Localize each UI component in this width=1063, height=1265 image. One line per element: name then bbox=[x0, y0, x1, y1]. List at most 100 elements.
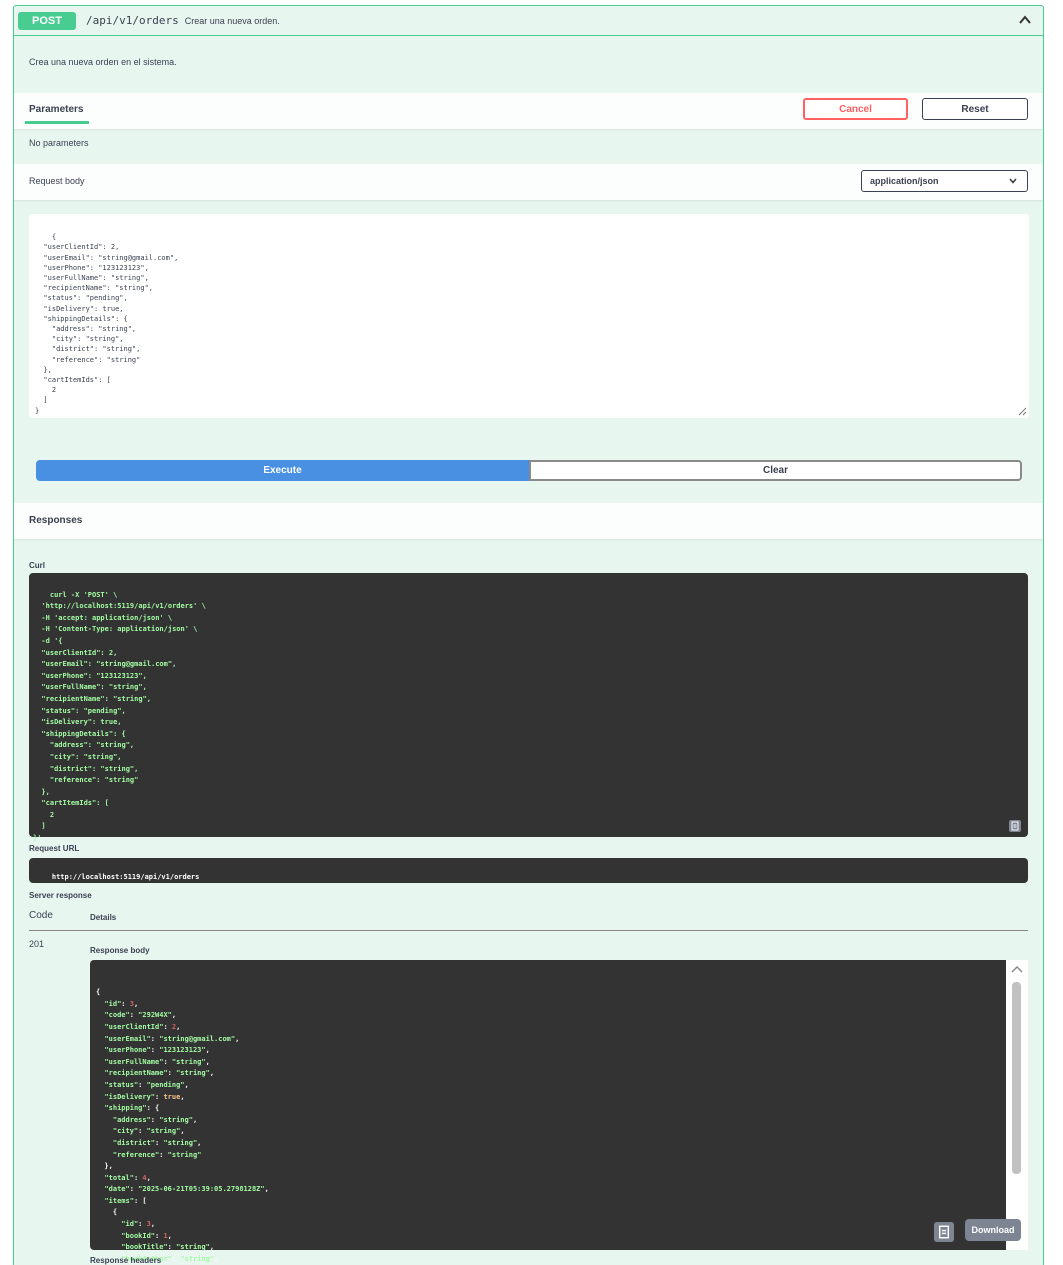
response-token: : bbox=[163, 1057, 172, 1066]
response-token: , bbox=[264, 1185, 269, 1194]
response-token bbox=[96, 1127, 113, 1135]
scroll-up-icon[interactable] bbox=[1010, 964, 1024, 974]
response-line: "address": "string", bbox=[96, 1115, 1000, 1127]
response-scrollbar[interactable] bbox=[1006, 960, 1028, 1250]
response-line: "date": "2025-06-21T05:39:05.2798128Z", bbox=[96, 1184, 1000, 1196]
response-token: : [ bbox=[133, 1196, 147, 1205]
response-line: { bbox=[96, 987, 1000, 999]
response-token: : bbox=[138, 1220, 147, 1229]
clear-button[interactable]: Clear bbox=[529, 460, 1022, 481]
response-token: "shipping" bbox=[104, 1104, 147, 1113]
copy-response-icon[interactable] bbox=[934, 1222, 954, 1242]
response-line: "recipientName": "string", bbox=[96, 1068, 1000, 1080]
response-token: }, bbox=[96, 1162, 113, 1171]
response-token: "userFullName" bbox=[104, 1057, 164, 1066]
cancel-button[interactable]: Cancel bbox=[803, 98, 908, 120]
status-code: 201 bbox=[29, 939, 45, 949]
response-token: "id" bbox=[104, 999, 122, 1008]
response-line: }, bbox=[96, 1161, 1000, 1173]
response-token: "bookId" bbox=[121, 1231, 156, 1240]
response-token: , bbox=[184, 1080, 189, 1089]
response-token: , bbox=[171, 1011, 177, 1020]
chevron-up-icon[interactable] bbox=[1017, 12, 1033, 28]
download-button[interactable]: Download bbox=[965, 1219, 1021, 1241]
operation-block-post-orders: POST /api/v1/orders Crear una nueva orde… bbox=[13, 5, 1044, 1265]
response-token: , bbox=[197, 1138, 202, 1147]
response-token: "2025-06-21T05:39:05.2798128Z" bbox=[138, 1185, 265, 1194]
response-token: , bbox=[133, 999, 139, 1008]
response-line: "userEmail": "string@gmail.com", bbox=[96, 1034, 1000, 1046]
response-line: "shipping": { bbox=[96, 1103, 1000, 1115]
response-token: "pending" bbox=[146, 1080, 185, 1089]
response-token: : bbox=[150, 1115, 160, 1124]
copy-icon[interactable] bbox=[1008, 819, 1022, 833]
response-token: "string" bbox=[163, 1138, 198, 1147]
request-body-header: Request body application/json bbox=[14, 164, 1043, 200]
resize-handle-icon[interactable] bbox=[1017, 406, 1027, 416]
response-line: "total": 4, bbox=[96, 1173, 1000, 1185]
response-token: "total" bbox=[104, 1173, 134, 1182]
response-token: : bbox=[167, 1069, 177, 1078]
response-token bbox=[96, 1220, 121, 1228]
responses-title: Responses bbox=[29, 515, 83, 526]
response-line: "bookTitle": "string", bbox=[96, 1242, 1000, 1254]
response-token: : bbox=[129, 1185, 139, 1194]
response-token: "userEmail" bbox=[104, 1034, 151, 1043]
reset-button[interactable]: Reset bbox=[922, 98, 1028, 120]
request-url-label: Request URL bbox=[29, 844, 80, 853]
response-token: "292W4X" bbox=[138, 1011, 172, 1020]
response-token: "string" bbox=[146, 1127, 181, 1136]
response-token: "status" bbox=[104, 1080, 139, 1089]
operation-summary[interactable]: POST /api/v1/orders Crear una nueva orde… bbox=[14, 6, 1043, 36]
response-token: true bbox=[163, 1092, 181, 1101]
response-token: "123123123" bbox=[159, 1046, 206, 1055]
response-token: "string" bbox=[176, 1243, 210, 1252]
no-parameters-text: No parameters bbox=[29, 138, 89, 148]
content-type-select[interactable]: application/json bbox=[861, 170, 1028, 192]
response-token: "string" bbox=[176, 1069, 210, 1078]
response-body-block: { "id": 3, "code": "292W4X", "userClient… bbox=[90, 960, 1006, 1263]
request-url-text: http://localhost:5119/api/v1/orders bbox=[51, 873, 200, 881]
chevron-down-icon bbox=[1009, 178, 1017, 184]
response-token bbox=[96, 1139, 113, 1147]
response-line: "city": "string", bbox=[96, 1126, 1000, 1138]
request-body-text: { "userClientId": 2, "userEmail": "strin… bbox=[35, 233, 179, 415]
response-line: "userClientId": 2, bbox=[96, 1022, 1000, 1034]
tab-parameters[interactable]: Parameters bbox=[29, 104, 83, 115]
response-token: "string@gmail.com" bbox=[159, 1034, 236, 1043]
response-token: , bbox=[205, 1046, 210, 1055]
response-token: , bbox=[209, 1243, 215, 1252]
response-token: "isDelivery" bbox=[104, 1092, 156, 1101]
response-token: { bbox=[96, 988, 101, 997]
response-token: , bbox=[209, 1069, 215, 1078]
response-line: "id": 3, bbox=[96, 1219, 1000, 1231]
response-line: "status": "pending", bbox=[96, 1080, 1000, 1092]
operation-summary-text: Crear una nueva orden. bbox=[184, 15, 280, 26]
response-line: "userPhone": "123123123", bbox=[96, 1045, 1000, 1057]
response-token bbox=[96, 1116, 113, 1124]
response-token: { bbox=[96, 1208, 118, 1217]
response-token: "bookTitle" bbox=[121, 1243, 168, 1252]
response-line: "bookId": 1, bbox=[96, 1231, 1000, 1243]
response-token: : bbox=[129, 1011, 139, 1020]
tab-active-indicator bbox=[25, 121, 89, 124]
execute-button[interactable]: Execute bbox=[36, 460, 529, 481]
response-token: : bbox=[163, 1022, 172, 1031]
scroll-thumb[interactable] bbox=[1012, 982, 1021, 1174]
response-token: "recipientName" bbox=[104, 1069, 168, 1078]
table-divider bbox=[29, 930, 1028, 931]
curl-text: curl -X 'POST' \ 'http://localhost:5119/… bbox=[33, 590, 206, 843]
response-token: : bbox=[167, 1243, 177, 1252]
response-token: , bbox=[235, 1034, 240, 1043]
request-body-editor[interactable]: { "userClientId": 2, "userEmail": "strin… bbox=[29, 214, 1029, 418]
response-token: , bbox=[192, 1115, 198, 1124]
response-token: "userPhone" bbox=[104, 1046, 151, 1055]
response-token: : bbox=[121, 999, 130, 1008]
response-token: , bbox=[167, 1231, 172, 1240]
responses-header: Responses bbox=[14, 503, 1043, 539]
response-token bbox=[96, 1232, 121, 1240]
method-badge: POST bbox=[18, 11, 76, 30]
response-token: : bbox=[150, 1034, 160, 1043]
response-token: : bbox=[150, 1046, 160, 1055]
parameters-header: Parameters Cancel Reset bbox=[14, 93, 1043, 129]
